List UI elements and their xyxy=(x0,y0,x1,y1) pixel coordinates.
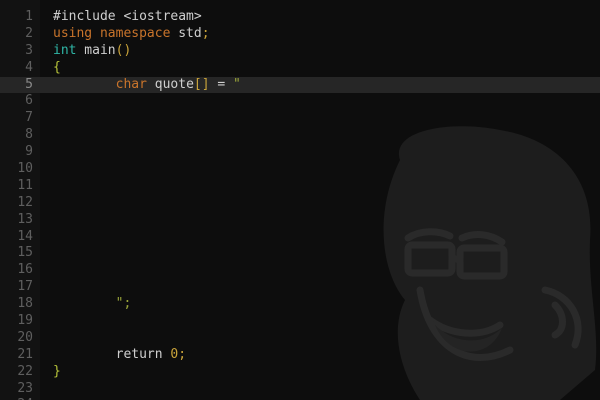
code-text[interactable]: char quote[] = " xyxy=(53,77,241,94)
code-line[interactable]: 10 xyxy=(0,161,600,178)
code-text[interactable]: } xyxy=(53,364,61,381)
code-line[interactable]: 8 xyxy=(0,127,600,144)
line-number: 7 xyxy=(25,110,33,126)
line-number: 3 xyxy=(25,42,33,58)
code-line[interactable]: 6 xyxy=(0,93,600,110)
line-number: 5 xyxy=(25,76,33,92)
line-number: 4 xyxy=(25,59,33,75)
code-token: () xyxy=(115,42,132,58)
line-number: 1 xyxy=(25,9,33,24)
code-token: #include <iostream> xyxy=(53,9,202,24)
line-number: 18 xyxy=(17,296,33,312)
code-token: using namespace xyxy=(53,25,171,41)
code-lines[interactable]: 1 #include <iostream> 2 using namespace std… xyxy=(0,9,600,400)
code-token: quote xyxy=(146,76,194,92)
line-number: 6 xyxy=(25,93,33,109)
code-line[interactable]: 21 return 0; xyxy=(0,347,600,364)
code-line[interactable]: 17 xyxy=(0,279,600,296)
line-number: 16 xyxy=(17,262,33,278)
code-line[interactable]: 22} xyxy=(0,364,600,381)
code-token: "; xyxy=(115,296,132,312)
code-token: ; xyxy=(178,346,187,362)
code-line[interactable]: 3 int main() xyxy=(0,43,600,60)
line-number: 15 xyxy=(17,245,33,261)
code-line[interactable]: 1 #include <iostream> xyxy=(0,9,600,26)
code-line[interactable]: 18 "; xyxy=(0,296,600,313)
line-number: 8 xyxy=(25,127,33,143)
line-number: 9 xyxy=(25,144,33,160)
code-line[interactable]: 19 xyxy=(0,313,600,330)
code-text[interactable]: { xyxy=(53,60,61,77)
code-token: std xyxy=(170,25,202,41)
code-line[interactable]: 13 xyxy=(0,212,600,229)
code-text[interactable]: "; xyxy=(53,296,132,313)
code-text[interactable]: #include <iostream> xyxy=(53,9,202,26)
line-number: 14 xyxy=(17,228,33,244)
code-line[interactable]: 9 xyxy=(0,144,600,161)
code-line[interactable]: 12 xyxy=(0,195,600,212)
code-token: " xyxy=(233,76,241,92)
code-token: = xyxy=(209,76,234,92)
code-text[interactable]: int main() xyxy=(53,43,131,60)
code-token: char xyxy=(115,76,147,92)
line-number: 11 xyxy=(17,177,33,193)
code-token: main xyxy=(76,42,116,58)
line-number: 13 xyxy=(17,211,33,227)
line-number: 12 xyxy=(17,194,33,210)
code-token: int xyxy=(53,42,77,58)
code-text[interactable]: return 0; xyxy=(53,347,186,364)
code-line[interactable]: 15 xyxy=(0,245,600,262)
line-number: 2 xyxy=(25,25,33,41)
line-number: 10 xyxy=(17,161,33,177)
code-line[interactable]: 4{ xyxy=(0,60,600,77)
code-editor[interactable]: 1 #include <iostream> 2 using namespace std… xyxy=(0,0,600,400)
code-text[interactable]: using namespace std; xyxy=(53,26,210,43)
line-number: 22 xyxy=(17,363,33,379)
code-token: } xyxy=(53,363,61,379)
code-token: return xyxy=(53,346,171,362)
line-number: 20 xyxy=(17,329,33,345)
code-token: ; xyxy=(201,25,210,41)
code-line-current[interactable]: 5 char quote[] = " xyxy=(0,76,600,94)
code-line[interactable]: 2 using namespace std; xyxy=(0,26,600,43)
code-line[interactable]: 14 xyxy=(0,229,600,246)
code-line[interactable]: 7 xyxy=(0,110,600,127)
code-token: { xyxy=(53,59,61,75)
line-number: 23 xyxy=(17,380,33,396)
code-line[interactable]: 16 xyxy=(0,262,600,279)
code-line[interactable]: 20 xyxy=(0,330,600,347)
line-number: 17 xyxy=(17,279,33,295)
line-number: 21 xyxy=(17,346,33,362)
code-line[interactable]: 11 xyxy=(0,178,600,195)
code-token: [] xyxy=(193,76,210,92)
code-line[interactable]: 23 xyxy=(0,381,600,398)
line-number: 19 xyxy=(17,313,33,329)
